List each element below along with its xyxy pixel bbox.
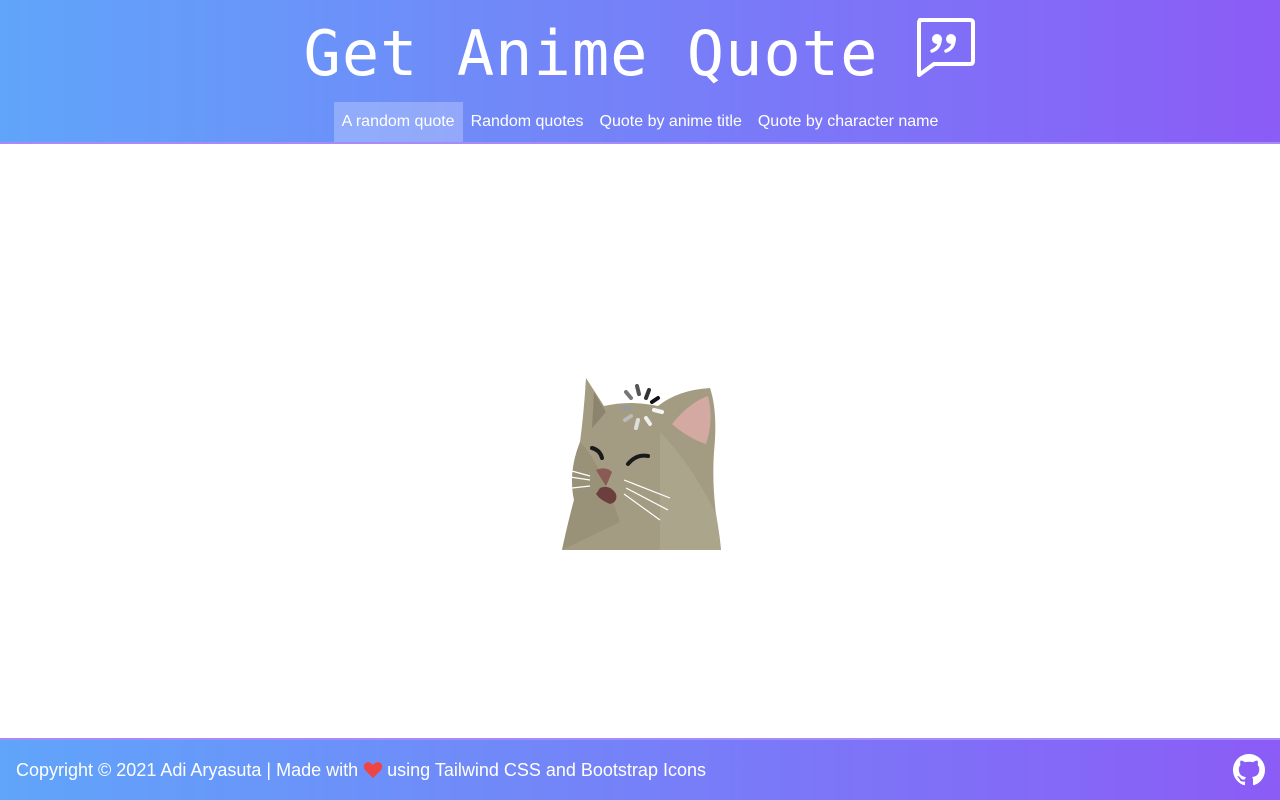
nav-quote-by-character-name[interactable]: Quote by character name (750, 102, 947, 142)
nav-random-quotes[interactable]: Random quotes (463, 102, 592, 142)
loading-cat-image (545, 378, 721, 550)
footer-text-before: Copyright © 2021 Adi Aryasuta | Made wit… (16, 760, 359, 780)
site-header: Get Anime Quote A random quote Random qu… (0, 0, 1280, 144)
nav-quote-by-anime-title[interactable]: Quote by anime title (592, 102, 750, 142)
footer-divider (0, 738, 1280, 740)
title-row: Get Anime Quote (0, 14, 1280, 94)
footer-text-after: using Tailwind CSS and Bootstrap Icons (387, 760, 706, 780)
github-icon[interactable] (1233, 754, 1265, 786)
header-divider (0, 142, 1280, 144)
chat-quote-icon (917, 18, 976, 77)
site-footer: Copyright © 2021 Adi Aryasuta | Made wit… (0, 738, 1280, 800)
heart-icon (363, 762, 383, 778)
footer-copyright: Copyright © 2021 Adi Aryasuta | Made wit… (16, 758, 706, 782)
page-title: Get Anime Quote (303, 17, 879, 90)
nav-a-random-quote[interactable]: A random quote (333, 102, 463, 142)
main-nav: A random quote Random quotes Quote by an… (0, 102, 1280, 142)
